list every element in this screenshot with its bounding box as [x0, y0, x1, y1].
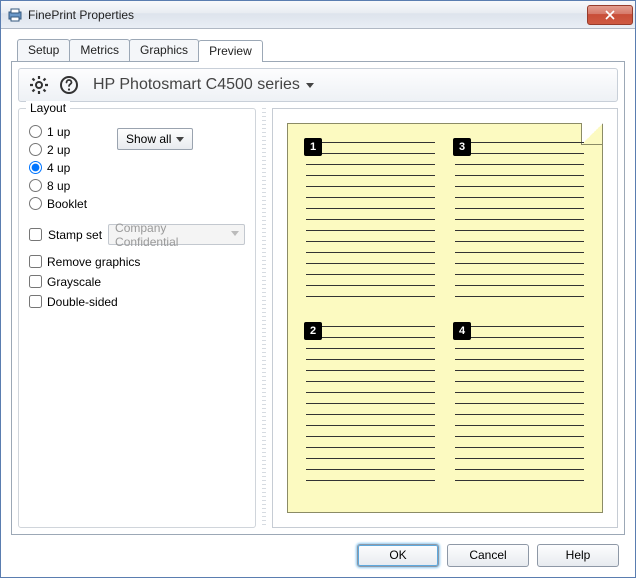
- tab-graphics[interactable]: Graphics: [129, 39, 199, 61]
- radio-1up-label[interactable]: 1 up: [47, 125, 70, 139]
- printer-name: HP Photosmart C4500 series: [93, 76, 300, 94]
- options-column: Layout 1 up 2 up 4 up 8 up Booklet: [18, 108, 256, 528]
- help-button[interactable]: Help: [537, 544, 619, 567]
- show-all-label: Show all: [126, 132, 171, 146]
- radio-booklet-label[interactable]: Booklet: [47, 197, 87, 211]
- page-number: 4: [453, 322, 471, 340]
- layout-group-title: Layout: [26, 101, 70, 115]
- page-number: 1: [304, 138, 322, 156]
- preview-panel: HP Photosmart C4500 series Layout 1 up 2…: [11, 61, 625, 535]
- preview-pane: 1 3 2 4: [272, 108, 618, 528]
- stamp-label[interactable]: Stamp set: [48, 228, 102, 242]
- radio-2up[interactable]: [29, 143, 42, 156]
- help-button[interactable]: [57, 73, 81, 97]
- page-number: 2: [304, 322, 322, 340]
- dog-ear-icon: [581, 123, 603, 145]
- radio-1up[interactable]: [29, 125, 42, 138]
- grayscale-checkbox[interactable]: [29, 275, 42, 288]
- ok-button[interactable]: OK: [357, 544, 439, 567]
- client-area: Setup Metrics Graphics Preview HP Photos…: [1, 29, 635, 577]
- titlebar: FinePrint Properties: [1, 1, 635, 29]
- splitter[interactable]: [262, 108, 266, 528]
- close-button[interactable]: [587, 5, 633, 25]
- radio-2up-label[interactable]: 2 up: [47, 143, 70, 157]
- chevron-down-icon: [176, 137, 184, 142]
- printer-dropdown[interactable]: HP Photosmart C4500 series: [93, 76, 314, 94]
- page-number: 3: [453, 138, 471, 156]
- remove-graphics-checkbox[interactable]: [29, 255, 42, 268]
- subpage-2: 2: [306, 326, 435, 494]
- tabstrip: Setup Metrics Graphics Preview: [11, 39, 625, 61]
- radio-8up-label[interactable]: 8 up: [47, 179, 70, 193]
- chevron-down-icon: [306, 83, 314, 88]
- double-sided-checkbox[interactable]: [29, 295, 42, 308]
- dialog-window: FinePrint Properties Setup Metrics Graph…: [0, 0, 636, 578]
- dialog-footer: OK Cancel Help: [11, 535, 625, 569]
- subpage-4: 4: [455, 326, 584, 494]
- layout-group: Layout 1 up 2 up 4 up 8 up Booklet: [18, 108, 256, 528]
- subpage-3: 3: [455, 142, 584, 310]
- preview-page: 1 3 2 4: [287, 123, 603, 513]
- app-icon: [7, 7, 23, 23]
- toolbar: HP Photosmart C4500 series: [18, 68, 618, 102]
- remove-graphics-label[interactable]: Remove graphics: [47, 255, 140, 269]
- stamp-select: Company Confidential: [108, 224, 245, 245]
- settings-button[interactable]: [27, 73, 51, 97]
- tab-metrics[interactable]: Metrics: [69, 39, 130, 61]
- double-sided-label[interactable]: Double-sided: [47, 295, 118, 309]
- main-split: Layout 1 up 2 up 4 up 8 up Booklet: [18, 108, 618, 528]
- subpage-1: 1: [306, 142, 435, 310]
- radio-booklet[interactable]: [29, 197, 42, 210]
- cancel-button[interactable]: Cancel: [447, 544, 529, 567]
- tab-preview[interactable]: Preview: [198, 40, 263, 62]
- radio-4up[interactable]: [29, 161, 42, 174]
- grayscale-label[interactable]: Grayscale: [47, 275, 101, 289]
- show-all-button[interactable]: Show all: [117, 128, 193, 150]
- stamp-checkbox[interactable]: [29, 228, 42, 241]
- stamp-value: Company Confidential: [115, 221, 226, 249]
- chevron-down-icon: [231, 231, 239, 236]
- radio-8up[interactable]: [29, 179, 42, 192]
- radio-4up-label[interactable]: 4 up: [47, 161, 70, 175]
- window-title: FinePrint Properties: [28, 8, 587, 22]
- tab-setup[interactable]: Setup: [17, 39, 70, 61]
